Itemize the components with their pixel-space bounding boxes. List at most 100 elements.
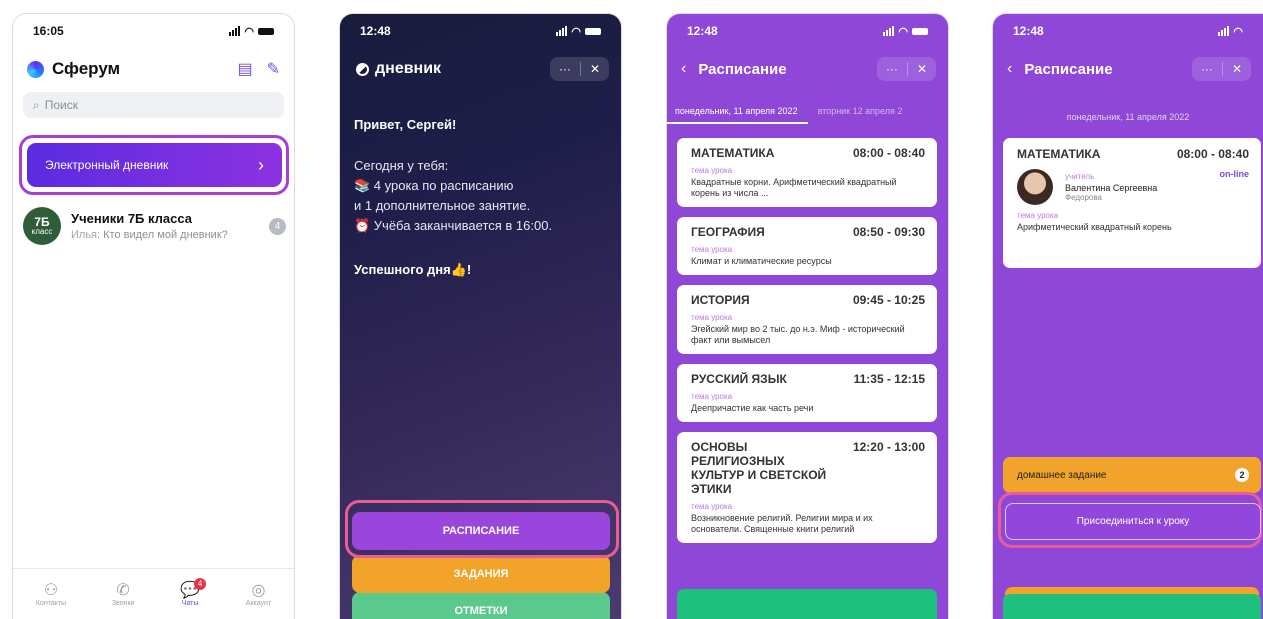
schedule-title: Расписание	[698, 60, 787, 78]
phone-schedule-list: 12:48 ◠ ‹ Расписание ··· ✕ понедельник, …	[666, 13, 949, 619]
tab-chats[interactable]: 💬 4 Чаты	[180, 577, 207, 607]
lesson-time: 08:00 - 08:40	[852, 146, 925, 160]
more-icon[interactable]: ···	[550, 62, 580, 76]
lesson-name: МАТЕМАТИКА	[691, 146, 775, 160]
tab-date-active[interactable]: понедельник, 11 апреля 2022	[667, 106, 808, 124]
contacts-icon: ⚇	[43, 581, 59, 599]
chat-name: Ученики 7Б класса	[71, 211, 193, 226]
current-date: понедельник, 11 апреля 2022	[1066, 112, 1190, 122]
tab-label: Звонки	[111, 599, 135, 607]
topic-label: тема урока	[1017, 211, 1059, 220]
archive-icon[interactable]: ▤	[237, 59, 252, 79]
schedule-title: Расписание	[1024, 60, 1113, 78]
lesson-detail-card: МАТЕМАТИКА 08:00 - 08:40 учитель Валентин…	[1003, 138, 1261, 268]
bottom-tab-bar: ⚇ Контакты ✆ Звонки 💬 4 Чаты ◎ Аккаунт	[13, 568, 294, 619]
day-summary: Сегодня у тебя: 📚 4 урока по расписанию …	[354, 156, 552, 236]
lesson-name: РУССКИЙ ЯЗЫК	[691, 372, 787, 386]
tasks-button[interactable]: ЗАДАНИЯ	[352, 555, 610, 593]
join-lesson-button[interactable]: Присоединиться к уроку	[1005, 503, 1261, 540]
tab-label: Аккаунт	[245, 599, 272, 607]
teacher-role: учитель	[1065, 172, 1095, 181]
miniapp-controls: ··· ✕	[549, 57, 609, 81]
topic-label: тема урока	[691, 502, 733, 511]
chevron-right-icon: ›	[258, 154, 264, 175]
tab-date-next[interactable]: вторник 12 апреля 2	[808, 106, 913, 128]
wifi-icon: ◠	[244, 25, 254, 38]
miniapp-controls: ··· ✕	[1191, 57, 1251, 81]
lesson-topic: Квадратные корни. Арифметический квадрат…	[691, 177, 897, 198]
status-bar: 16:05 ◠	[13, 14, 294, 48]
lesson-topic: Деепричастие как часть речи	[691, 403, 814, 413]
phone-sferum-chats: 16:05 ◠ Сферум ▤ ✎ ⌕ Поиск Электронный д…	[12, 13, 295, 619]
homework-label: домашнее задание	[1017, 469, 1107, 481]
tab-label: Контакты	[35, 599, 67, 607]
battery-icon	[912, 27, 928, 35]
more-icon[interactable]: ···	[877, 62, 907, 76]
more-icon[interactable]: ···	[1192, 62, 1222, 76]
status-bar: 12:48 ◠	[340, 14, 621, 48]
chat-sender: Илья:	[71, 229, 101, 241]
highlight-frame	[345, 500, 619, 558]
miniapp-header: дневник ··· ✕	[340, 48, 621, 84]
lesson-time: 09:45 - 10:25	[852, 293, 925, 307]
homework-button[interactable]: домашнее задание 2	[1003, 457, 1261, 493]
summary-line: Сегодня у тебя:	[354, 158, 449, 173]
back-chevron-icon[interactable]: ‹	[1007, 60, 1012, 78]
bottom-green-button[interactable]	[677, 589, 937, 619]
back-chevron-icon[interactable]: ‹	[681, 60, 686, 78]
teacher-name: Валентина Сергеевна	[1065, 183, 1158, 193]
lesson-card-history[interactable]: ИСТОРИЯ 09:45 - 10:25 тема урока Эгейский…	[677, 285, 937, 354]
lesson-card-math[interactable]: МАТЕМАТИКА 08:00 - 08:40 тема урока Квадр…	[677, 138, 937, 207]
miniapp-title: дневник	[375, 60, 442, 77]
diary-label: Электронный дневник	[45, 158, 169, 172]
compose-icon[interactable]: ✎	[267, 59, 280, 79]
bottom-green-button[interactable]	[1003, 594, 1261, 619]
phone-diary-home: 12:48 ◠ дневник ··· ✕ Привет, Сергей! Се…	[339, 13, 622, 619]
status-icons: ◠	[229, 25, 274, 38]
unread-count-badge: 4	[269, 217, 286, 235]
chat-list-item[interactable]: 7Б класс Ученики 7Б класса Илья: Кто вид…	[23, 206, 286, 246]
tab-calls[interactable]: ✆ Звонки	[112, 582, 135, 607]
signal-icon	[556, 26, 568, 36]
schedule-header: ‹ Расписание ··· ✕	[667, 48, 948, 84]
tab-account[interactable]: ◎ Аккаунт	[246, 582, 271, 607]
close-icon[interactable]: ✕	[1223, 62, 1251, 76]
lesson-time: 12:20 - 13:00	[852, 440, 925, 454]
status-icons: ◠	[1218, 25, 1243, 38]
search-icon: ⌕	[33, 97, 40, 112]
lesson-topic: Эгейский мир во 2 тыс. до н.э. Миф - ист…	[691, 324, 905, 345]
teacher-row: учитель Валентина Сергеевна Федорова on-…	[1017, 169, 1249, 205]
close-icon[interactable]: ✕	[908, 62, 936, 76]
online-badge: on-line	[1219, 169, 1250, 179]
status-icons: ◠	[556, 25, 601, 38]
topic-label: тема урока	[691, 313, 733, 322]
signal-icon	[883, 26, 895, 36]
wifi-icon: ◠	[898, 25, 908, 38]
schedule-header: ‹ Расписание ··· ✕	[993, 48, 1263, 84]
lesson-card-religion[interactable]: ОСНОВЫ РЕЛИГИОЗНЫХ КУЛЬТУР И СВЕТСКОЙ ЭТ…	[677, 432, 937, 543]
topic-label: тема урока	[691, 392, 733, 401]
lesson-card-geography[interactable]: ГЕОГРАФИЯ 08:50 - 09:30 тема урока Климат…	[677, 217, 937, 275]
tab-contacts[interactable]: ⚇ Контакты	[36, 582, 66, 607]
signal-icon	[229, 26, 241, 36]
chat-last-message: Илья: Кто видел мой дневник?	[71, 229, 269, 241]
search-input[interactable]: ⌕ Поиск	[23, 92, 284, 118]
greeting: Привет, Сергей!	[354, 117, 457, 132]
electronic-diary-button[interactable]: Электронный дневник ›	[27, 143, 282, 187]
marks-button[interactable]: ОТМЕТКИ	[352, 592, 610, 619]
app-header: Сферум ▤ ✎	[13, 48, 294, 84]
status-time: 12:48	[360, 24, 391, 38]
status-bar: 12:48 ◠	[667, 14, 948, 48]
status-time: 16:05	[33, 24, 64, 38]
signal-icon	[1218, 26, 1230, 36]
account-icon: ◎	[251, 581, 266, 599]
lesson-card-russian[interactable]: РУССКИЙ ЯЗЫК 11:35 - 12:15 тема урока Дее…	[677, 364, 937, 422]
diary-logo-icon	[356, 62, 369, 76]
wifi-icon: ◠	[1233, 25, 1243, 38]
teacher-avatar	[1017, 169, 1053, 205]
topic-label: тема урока	[691, 245, 733, 254]
battery-icon	[258, 27, 274, 35]
app-title: Сферум	[52, 59, 121, 78]
close-icon[interactable]: ✕	[581, 62, 609, 76]
lesson-topic: Арифметический квадратный корень	[1017, 222, 1172, 232]
